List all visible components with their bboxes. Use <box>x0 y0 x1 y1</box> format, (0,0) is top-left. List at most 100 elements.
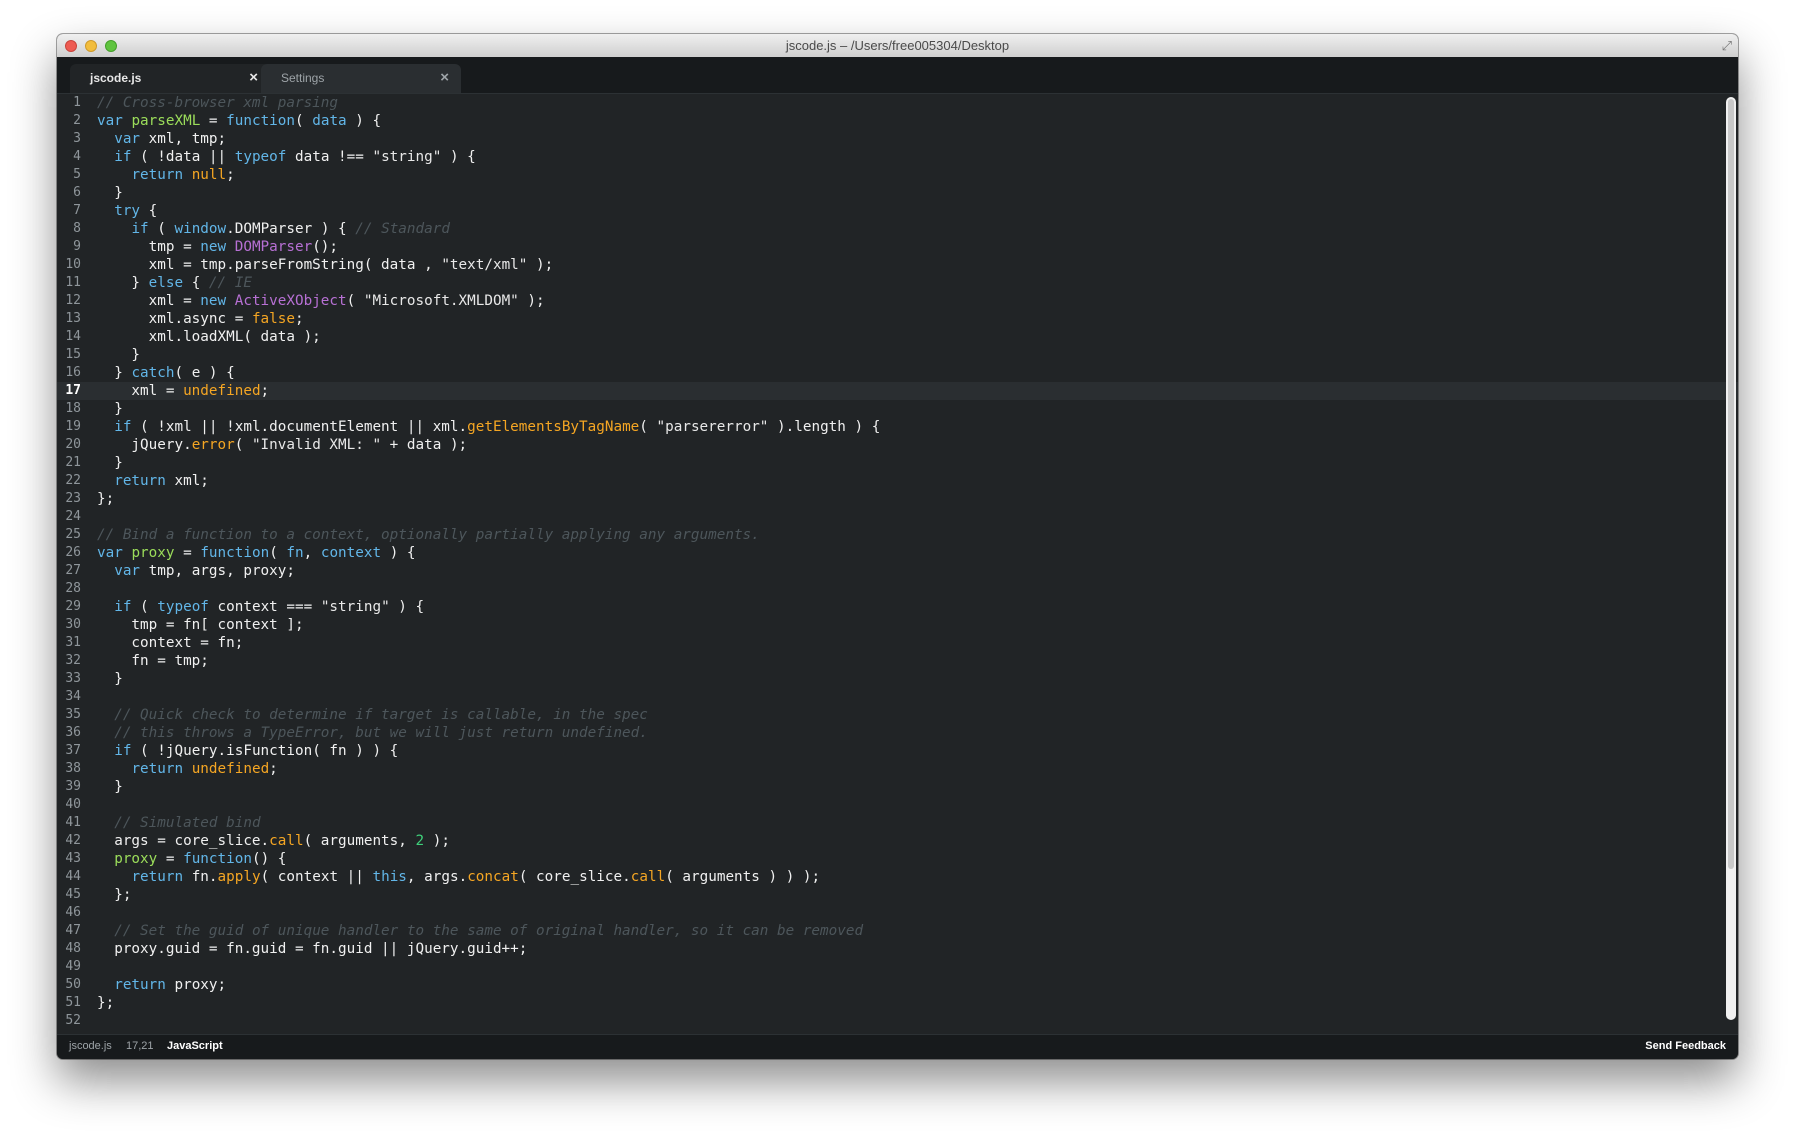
code-line[interactable]: 8 if ( window.DOMParser ) { // Standard <box>57 220 1738 238</box>
code-token: var <box>97 545 123 561</box>
code-text: if ( window.DOMParser ) { // Standard <box>97 220 450 238</box>
code-line[interactable]: 24 <box>57 508 1738 526</box>
code-line[interactable]: 37 if ( !jQuery.isFunction( fn ) ) { <box>57 742 1738 760</box>
code-line[interactable]: 25 // Bind a function to a context, optio… <box>57 526 1738 544</box>
code-line[interactable]: 15 } <box>57 346 1738 364</box>
code-line[interactable]: 35 // Quick check to determine if target… <box>57 706 1738 724</box>
line-number: 12 <box>65 293 81 308</box>
code-line[interactable]: 27 var tmp, args, proxy; <box>57 562 1738 580</box>
code-line[interactable]: 44 return fn.apply( context || this, arg… <box>57 868 1738 886</box>
code-token: xml.loadXML( data ); <box>97 329 321 345</box>
code-line[interactable]: 21 } <box>57 454 1738 472</box>
code-line[interactable]: 36 // this throws a TypeError, but we wi… <box>57 724 1738 742</box>
line-number: 29 <box>65 599 81 614</box>
code-line[interactable]: 13 xml.async = false; <box>57 310 1738 328</box>
code-line[interactable]: 14 xml.loadXML( data ); <box>57 328 1738 346</box>
code-token: ( <box>131 599 158 615</box>
code-line[interactable]: 18 } <box>57 400 1738 418</box>
code-line[interactable]: 20 jQuery.error( "Invalid XML: " + data … <box>57 436 1738 454</box>
code-token: + data ); <box>381 437 468 453</box>
code-line[interactable]: 50 return proxy; <box>57 976 1738 994</box>
window-title: jscode.js – /Users/free005304/Desktop <box>785 38 1010 53</box>
code-line[interactable]: 9 tmp = new DOMParser(); <box>57 238 1738 256</box>
code-line[interactable]: 29 if ( typeof context === "string" ) { <box>57 598 1738 616</box>
tab-close-icon[interactable]: × <box>249 69 258 86</box>
code-line[interactable]: 49 <box>57 958 1738 976</box>
line-number: 18 <box>65 401 81 416</box>
line-number: 52 <box>65 1013 81 1028</box>
code-line[interactable]: 26 var proxy = function( fn, context ) { <box>57 544 1738 562</box>
code-token: () { <box>251 851 287 867</box>
code-line[interactable]: 31 context = fn; <box>57 634 1738 652</box>
code-line[interactable]: 11 } else { // IE <box>57 274 1738 292</box>
code-token: // Cross-browser xml parsing <box>97 95 339 111</box>
code-line[interactable]: 45 }; <box>57 886 1738 904</box>
code-token: xml = <box>97 293 201 309</box>
code-line[interactable]: 47 // Set the guid of unique handler to … <box>57 922 1738 940</box>
code-token: window <box>174 221 227 237</box>
code-line[interactable]: 12 xml = new ActiveXObject( "Microsoft.X… <box>57 292 1738 310</box>
code-token: ( context || <box>260 869 373 885</box>
code-token: ) { <box>441 149 476 165</box>
code-token: } <box>97 347 141 363</box>
code-line[interactable]: 33 } <box>57 670 1738 688</box>
line-number: 3 <box>73 131 81 146</box>
code-line[interactable]: 5 return null; <box>57 166 1738 184</box>
code-line[interactable]: 34 <box>57 688 1738 706</box>
code-line[interactable]: 10 xml = tmp.parseFromString( data , "te… <box>57 256 1738 274</box>
code-line[interactable]: 22 return xml; <box>57 472 1738 490</box>
vertical-scrollbar[interactable] <box>1726 97 1736 1020</box>
code-token: xml = <box>97 383 184 399</box>
code-line[interactable]: 4 if ( !data || typeof data !== "string"… <box>57 148 1738 166</box>
code-text: tmp = fn[ context ]; <box>97 616 303 634</box>
code-line[interactable]: 39 } <box>57 778 1738 796</box>
code-line[interactable]: 3 var xml, tmp; <box>57 130 1738 148</box>
line-number: 37 <box>65 743 81 758</box>
code-line[interactable]: 1 // Cross-browser xml parsing <box>57 94 1738 112</box>
tab-close-icon[interactable]: × <box>440 69 449 86</box>
code-line[interactable]: 28 <box>57 580 1738 598</box>
code-token: return <box>131 869 184 885</box>
code-line[interactable]: 42 args = core_slice.call( arguments, 2 … <box>57 832 1738 850</box>
code-line[interactable]: 23}; <box>57 490 1738 508</box>
code-token: ( e ) { <box>174 365 235 381</box>
code-line[interactable]: 43 proxy = function() { <box>57 850 1738 868</box>
code-text: } else { // IE <box>97 274 252 292</box>
code-line[interactable]: 16 } catch( e ) { <box>57 364 1738 382</box>
code-line[interactable]: 51}; <box>57 994 1738 1012</box>
tab-settings[interactable]: Settings × <box>261 64 461 93</box>
scrollbar-thumb[interactable] <box>1728 99 1734 869</box>
code-line[interactable]: 30 tmp = fn[ context ]; <box>57 616 1738 634</box>
code-token: }; <box>97 995 115 1011</box>
code-line[interactable]: 48 proxy.guid = fn.guid = fn.guid || jQu… <box>57 940 1738 958</box>
fullscreen-icon[interactable]: ⤢ <box>1722 38 1732 54</box>
language-selector[interactable]: JavaScript <box>167 1040 223 1052</box>
code-line[interactable]: 41 // Simulated bind <box>57 814 1738 832</box>
code-text: xml = tmp.parseFromString( data , "text/… <box>97 256 554 274</box>
code-line[interactable]: 40 <box>57 796 1738 814</box>
code-line[interactable]: 52 <box>57 1012 1738 1030</box>
code-line[interactable]: 17 xml = undefined; <box>57 382 1738 400</box>
code-text: }; <box>97 886 131 904</box>
code-text: fn = tmp; <box>97 652 208 670</box>
code-line[interactable]: 46 <box>57 904 1738 922</box>
code-text: xml.loadXML( data ); <box>97 328 321 346</box>
code-line[interactable]: 32 fn = tmp; <box>57 652 1738 670</box>
code-token: ActiveXObject <box>234 293 347 309</box>
tab-jscode[interactable]: jscode.js × <box>70 64 270 93</box>
code-text: var parseXML = function( data ) { <box>97 112 381 130</box>
send-feedback-link[interactable]: Send Feedback <box>1645 1040 1726 1052</box>
code-line[interactable]: 19 if ( !xml || !xml.documentElement || … <box>57 418 1738 436</box>
code-line[interactable]: 6 } <box>57 184 1738 202</box>
code-editor[interactable]: 1 // Cross-browser xml parsing 2 var parseX… <box>57 94 1738 1028</box>
code-token: // Standard <box>355 221 450 237</box>
code-line[interactable]: 38 return undefined; <box>57 760 1738 778</box>
code-token: args = core_slice. <box>97 833 270 849</box>
code-line[interactable]: 2 var parseXML = function( data ) { <box>57 112 1738 130</box>
line-number: 23 <box>65 491 81 506</box>
code-line[interactable]: 7 try { <box>57 202 1738 220</box>
